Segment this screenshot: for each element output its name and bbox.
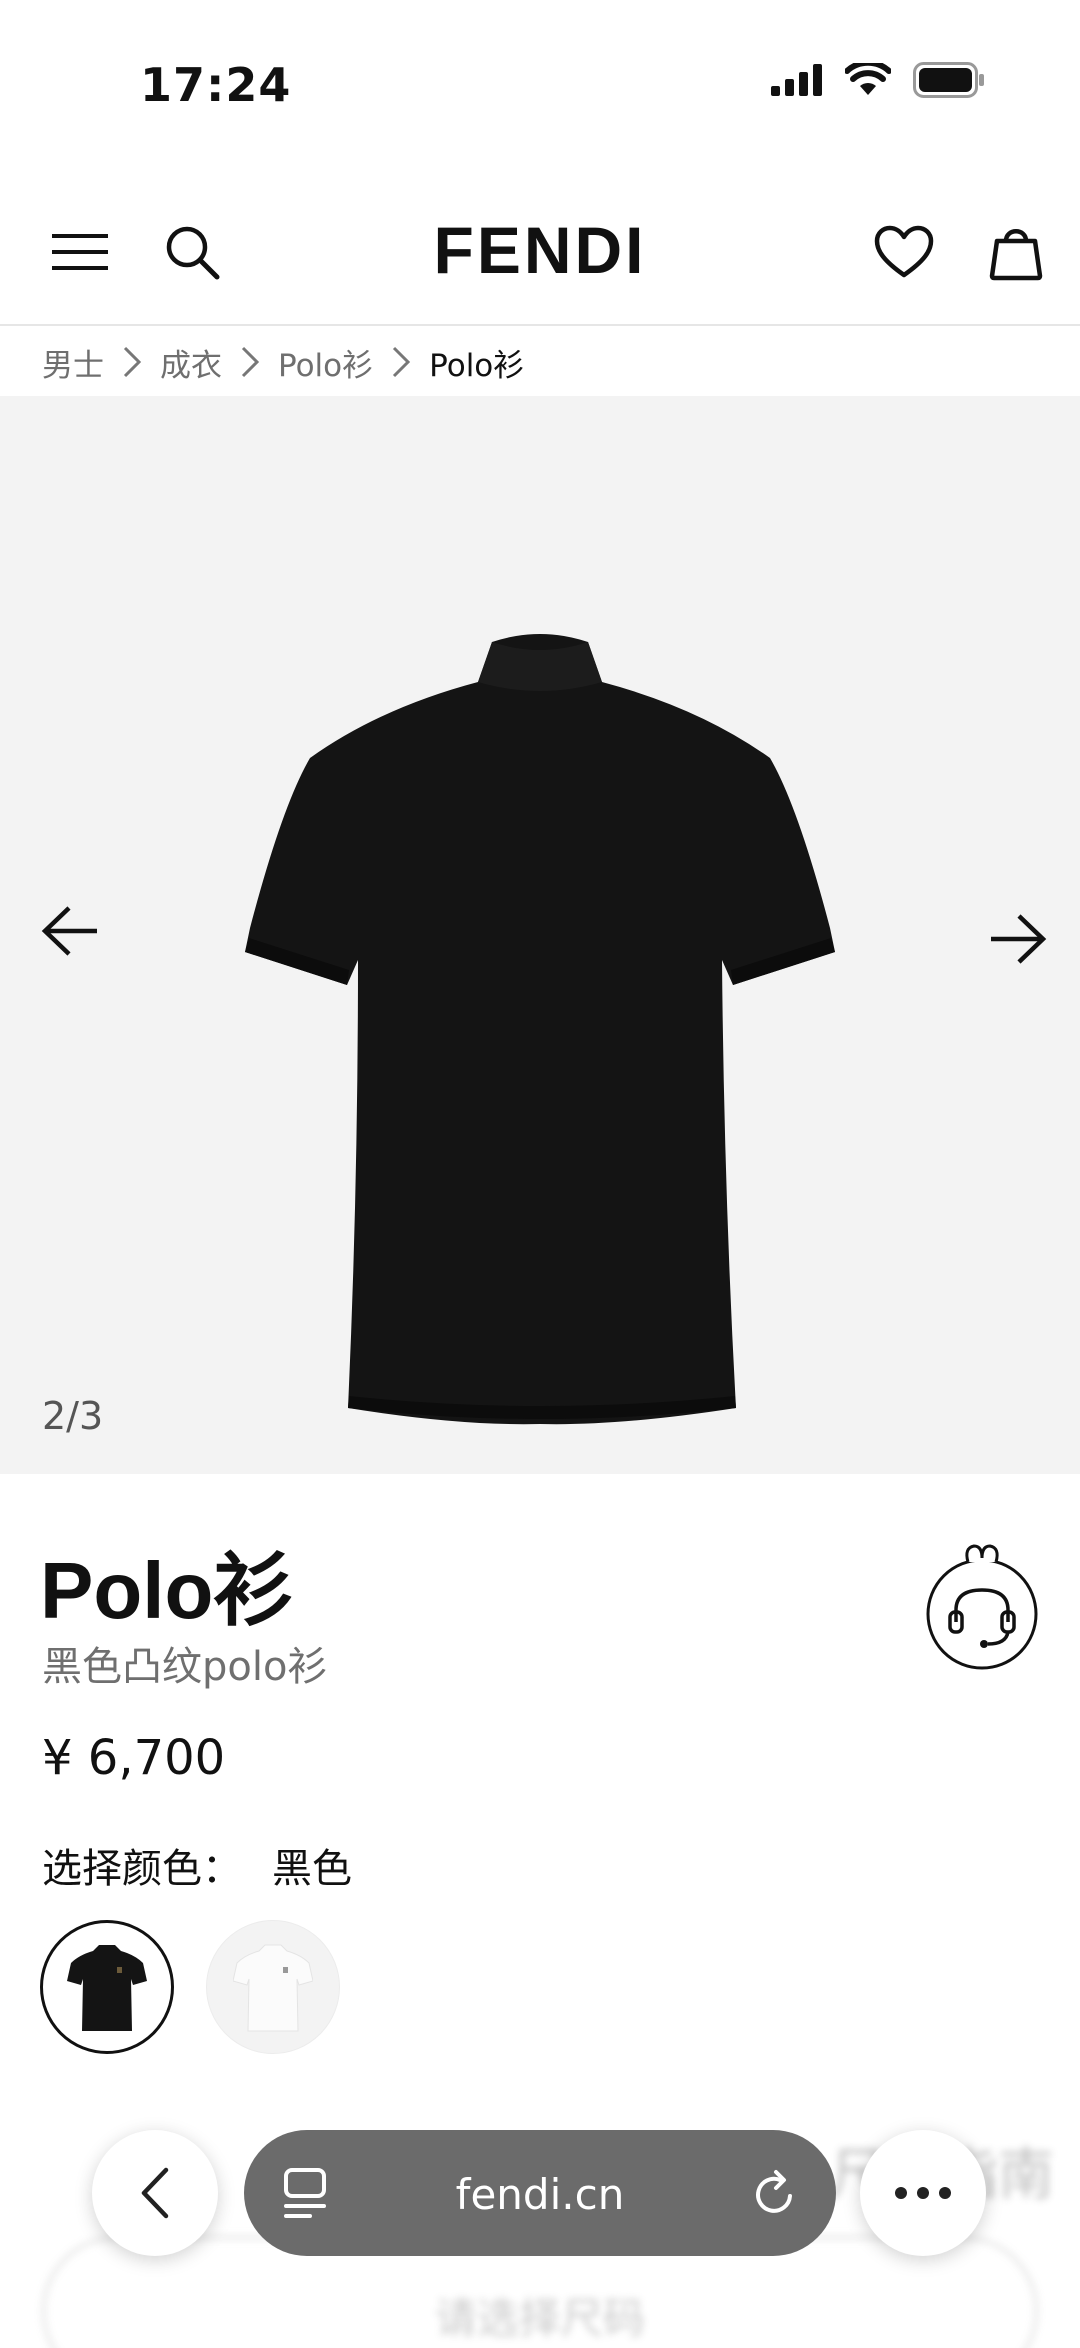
site-header: FENDI <box>0 190 1080 326</box>
status-icons <box>771 62 985 98</box>
headset-support-icon <box>926 1544 1038 1670</box>
chevron-right-icon <box>104 345 160 379</box>
color-label-text: 选择颜色： <box>42 1846 242 1892</box>
product-subtitle: 黑色凸纹polo衫 <box>42 1644 328 1690</box>
reload-icon[interactable] <box>750 2166 800 2220</box>
battery-icon <box>913 62 984 98</box>
color-value-text: 黑色 <box>272 1846 352 1892</box>
product-title: Polo衫 <box>40 1546 294 1635</box>
status-time: 17:24 <box>140 58 292 112</box>
image-counter: 2/3 <box>42 1394 104 1438</box>
breadcrumb-item-ready-to-wear[interactable]: 成衣 <box>160 340 222 385</box>
chevron-left-icon <box>141 2167 169 2219</box>
wifi-icon <box>845 63 891 95</box>
breadcrumb: 男士 成衣 Polo衫 Polo衫 <box>42 340 524 384</box>
color-swatch-black[interactable] <box>40 1920 174 2054</box>
browser-more-button[interactable] <box>860 2130 986 2256</box>
heart-icon <box>874 225 934 278</box>
size-select-placeholder: 请选择尺码 <box>434 2294 645 2343</box>
browser-address-bar[interactable]: fendi.cn <box>244 2130 836 2256</box>
customer-service-button[interactable] <box>926 1536 1080 1670</box>
color-swatches <box>40 1920 340 2054</box>
black-polo-thumbnail <box>67 1945 147 2031</box>
gallery-next-button[interactable] <box>982 904 1052 974</box>
chevron-right-icon <box>222 345 278 379</box>
color-selection-label: 选择颜色： 黑色 <box>42 1836 352 1894</box>
breadcrumb-item-current: Polo衫 <box>429 347 525 384</box>
breadcrumb-item-polo[interactable]: Polo衫 <box>278 340 373 385</box>
wishlist-button[interactable] <box>872 220 936 284</box>
arrow-right-icon <box>991 914 1047 964</box>
white-polo-thumbnail <box>233 1944 313 2032</box>
browser-back-button[interactable] <box>92 2130 218 2256</box>
header-right-actions <box>872 220 1048 284</box>
status-bar: 17:24 <box>0 0 1080 170</box>
shopping-bag-icon <box>989 229 1043 281</box>
cart-button[interactable] <box>984 220 1048 284</box>
product-image <box>230 630 850 1434</box>
cellular-signal-icon <box>771 64 822 96</box>
more-dots-icon <box>895 2187 951 2199</box>
product-price: ¥ 6,700 <box>42 1730 226 1786</box>
color-swatch-white[interactable] <box>206 1920 340 2054</box>
chevron-right-icon <box>373 345 429 379</box>
arrow-left-icon <box>41 906 97 956</box>
breadcrumb-item-men[interactable]: 男士 <box>42 340 104 385</box>
url-text: fendi.cn <box>455 2170 625 2219</box>
gallery-prev-button[interactable] <box>36 896 106 966</box>
